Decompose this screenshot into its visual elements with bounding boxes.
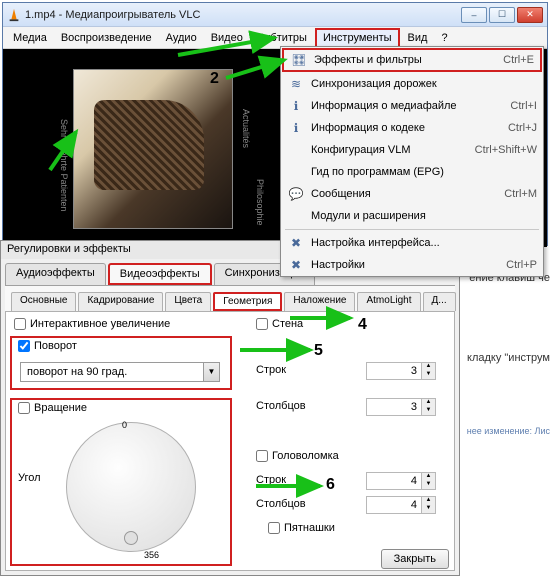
angle-label: Угол <box>18 472 41 484</box>
tools-icon: ✖ <box>287 236 305 250</box>
dd-effects-filters[interactable]: 🎛 Эффекты и фильтры Ctrl+E <box>282 48 542 72</box>
menu-view[interactable]: Вид <box>402 30 434 46</box>
video-side-text: Sehr geehrte Patienten <box>59 119 69 212</box>
menu-subtitles[interactable]: Субтитры <box>251 30 313 46</box>
tab-audio-effects[interactable]: Аудиоэффекты <box>5 263 106 285</box>
menu-audio[interactable]: Аудио <box>160 30 203 46</box>
tab-atmolight[interactable]: AtmoLight <box>357 292 420 311</box>
close-button[interactable]: Закрыть <box>381 549 449 569</box>
menu-video[interactable]: Видео <box>205 30 249 46</box>
puzzle-checkbox[interactable]: Головоломка <box>256 450 339 462</box>
dial-max: 356 <box>144 550 159 560</box>
dd-plugins[interactable]: Модули и расширения <box>281 205 543 227</box>
close-button[interactable]: ✕ <box>517 7 543 23</box>
sub-tabs: Основные Кадрирование Цвета Геометрия На… <box>5 285 455 311</box>
info-icon: ℹ <box>287 121 305 135</box>
video-side-text: Actualités <box>241 109 251 148</box>
annotation-3: 3 <box>34 164 43 182</box>
wall-rows-stepper[interactable]: 3 ▲▼ <box>366 362 436 380</box>
effects-dialog: Регулировки и эффекты Аудиоэффекты Видео… <box>0 240 460 576</box>
tab-essential[interactable]: Основные <box>11 292 76 311</box>
tab-video-effects[interactable]: Видеоэффекты <box>108 263 212 285</box>
dd-separator <box>285 229 539 230</box>
annotation-2: 2 <box>210 70 219 88</box>
interactive-zoom-checkbox[interactable]: Интерактивное увеличение <box>14 318 170 330</box>
rotate-checkbox[interactable]: Поворот <box>18 340 77 352</box>
puzzle-cols-stepper[interactable]: 4 ▲▼ <box>366 496 436 514</box>
dial-min: 0 <box>122 420 127 430</box>
annotation-6: 6 <box>326 476 335 494</box>
dd-customize-interface[interactable]: ✖ Настройка интерфейса... <box>281 232 543 254</box>
dd-media-info[interactable]: ℹ Информация о медиафайле Ctrl+I <box>281 95 543 117</box>
tab-geometry[interactable]: Геометрия <box>213 292 282 311</box>
rotation-checkbox[interactable]: Вращение <box>18 402 87 414</box>
sync-icon: ≋ <box>287 77 305 91</box>
tools-icon: ✖ <box>287 258 305 272</box>
window-title: 1.mp4 - Медиапроигрыватель VLC <box>25 9 461 21</box>
minimize-button[interactable]: – <box>461 7 487 23</box>
rotate-combo[interactable]: поворот на 90 град. ▼ <box>20 362 220 382</box>
info-icon: ℹ <box>287 99 305 113</box>
cols-label: Столбцов <box>256 498 306 510</box>
vlc-cone-icon <box>7 8 21 22</box>
chevron-down-icon: ▼ <box>203 363 219 381</box>
puzzle-rows-stepper[interactable]: 4 ▲▼ <box>366 472 436 490</box>
bg-text: нее изменение: Лис <box>467 426 550 436</box>
geometry-panel: Интерактивное увеличение Поворот поворот… <box>5 311 455 571</box>
dd-epg[interactable]: Гид по программам (EPG) <box>281 161 543 183</box>
wall-checkbox[interactable]: Стена <box>256 318 303 330</box>
dd-messages[interactable]: 💬 Сообщения Ctrl+M <box>281 183 543 205</box>
menu-tools[interactable]: Инструменты <box>315 28 400 48</box>
video-frame <box>73 69 233 229</box>
rows-label: Строк <box>256 364 286 376</box>
annotation-5: 5 <box>314 342 323 360</box>
wall-cols-stepper[interactable]: 3 ▲▼ <box>366 398 436 416</box>
tab-overlay[interactable]: Наложение <box>284 292 355 311</box>
annotation-1: 1 <box>162 50 171 68</box>
tab-more[interactable]: Д... <box>423 292 456 311</box>
bg-text: кладку "инструм <box>467 352 550 364</box>
rows-label: Строк <box>256 474 286 486</box>
annotation-4: 4 <box>358 316 367 334</box>
rotation-dial[interactable] <box>66 422 196 552</box>
titlebar: 1.mp4 - Медиапроигрыватель VLC – ☐ ✕ <box>3 3 547 27</box>
dd-codec-info[interactable]: ℹ Информация о кодеке Ctrl+J <box>281 117 543 139</box>
fifteen-checkbox[interactable]: Пятнашки <box>268 522 335 534</box>
tab-colors[interactable]: Цвета <box>165 292 211 311</box>
menu-help[interactable]: ? <box>435 30 453 46</box>
tools-dropdown: 🎛 Эффекты и фильтры Ctrl+E ≋ Синхронизац… <box>280 46 544 277</box>
tab-crop[interactable]: Кадрирование <box>78 292 163 311</box>
dd-preferences[interactable]: ✖ Настройки Ctrl+P <box>281 254 543 276</box>
dd-track-sync[interactable]: ≋ Синхронизация дорожек <box>281 73 543 95</box>
dd-vlm-config[interactable]: Конфигурация VLM Ctrl+Shift+W <box>281 139 543 161</box>
equalizer-icon: 🎛 <box>290 53 308 67</box>
menu-media[interactable]: Медиа <box>7 30 53 46</box>
message-icon: 💬 <box>287 187 305 201</box>
menu-playback[interactable]: Воспроизведение <box>55 30 158 46</box>
video-side-text: Philosophie <box>255 179 265 226</box>
maximize-button[interactable]: ☐ <box>489 7 515 23</box>
cols-label: Столбцов <box>256 400 306 412</box>
